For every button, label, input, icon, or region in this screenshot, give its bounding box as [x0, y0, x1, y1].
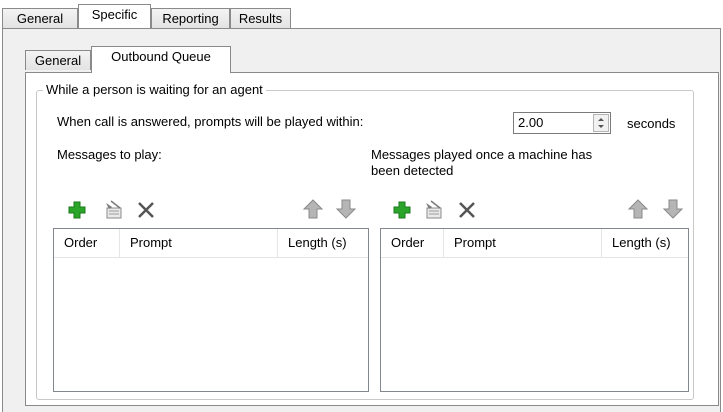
column-header-prompt[interactable]: Prompt	[120, 229, 278, 257]
list-header: Order Prompt Length (s)	[381, 229, 688, 258]
messages-to-play-label: Messages to play:	[57, 147, 162, 162]
spin-down-button[interactable]	[594, 123, 608, 131]
column-header-length[interactable]: Length (s)	[602, 229, 688, 257]
column-header-order[interactable]: Order	[381, 229, 444, 257]
tab-reporting[interactable]: Reporting	[151, 8, 230, 28]
machine-detected-label-line1: Messages played once a machine has	[371, 147, 593, 162]
caret-up-icon	[598, 118, 604, 121]
spin-buttons	[593, 114, 609, 132]
column-header-order[interactable]: Order	[54, 229, 120, 257]
arrow-up-icon[interactable]	[627, 198, 649, 220]
tab-specific[interactable]: Specific	[78, 4, 151, 28]
arrow-down-icon[interactable]	[662, 198, 684, 220]
caret-down-icon	[598, 125, 604, 128]
arrow-up-icon[interactable]	[302, 198, 324, 220]
spin-up-button[interactable]	[594, 115, 608, 123]
arrow-down-icon[interactable]	[335, 198, 357, 220]
prompt-within-value[interactable]: 2.00	[518, 115, 543, 131]
machine-detected-label-line2: been detected	[371, 163, 454, 178]
tab-general[interactable]: General	[2, 8, 78, 28]
tab-results[interactable]: Results	[230, 8, 291, 28]
prompt-unit-label: seconds	[627, 116, 676, 131]
group-box-title: While a person is waiting for an agent	[43, 82, 266, 98]
delete-icon[interactable]	[135, 199, 157, 221]
tab-inner-general[interactable]: General	[25, 50, 91, 70]
delete-icon[interactable]	[456, 199, 478, 221]
tab-outbound-queue[interactable]: Outbound Queue	[91, 46, 231, 73]
messages-to-play-list[interactable]: Order Prompt Length (s)	[53, 228, 369, 392]
machine-detected-messages-list[interactable]: Order Prompt Length (s)	[380, 228, 689, 392]
prompt-within-label: When call is answered, prompts will be p…	[57, 114, 364, 129]
list-header: Order Prompt Length (s)	[54, 229, 368, 258]
column-header-length[interactable]: Length (s)	[278, 229, 368, 257]
add-icon[interactable]	[66, 199, 88, 221]
column-header-prompt[interactable]: Prompt	[444, 229, 602, 257]
prompt-within-spinner[interactable]: 2.00	[513, 112, 611, 134]
add-icon[interactable]	[391, 199, 413, 221]
edit-prompt-icon[interactable]	[423, 199, 445, 221]
edit-prompt-icon[interactable]	[103, 199, 125, 221]
